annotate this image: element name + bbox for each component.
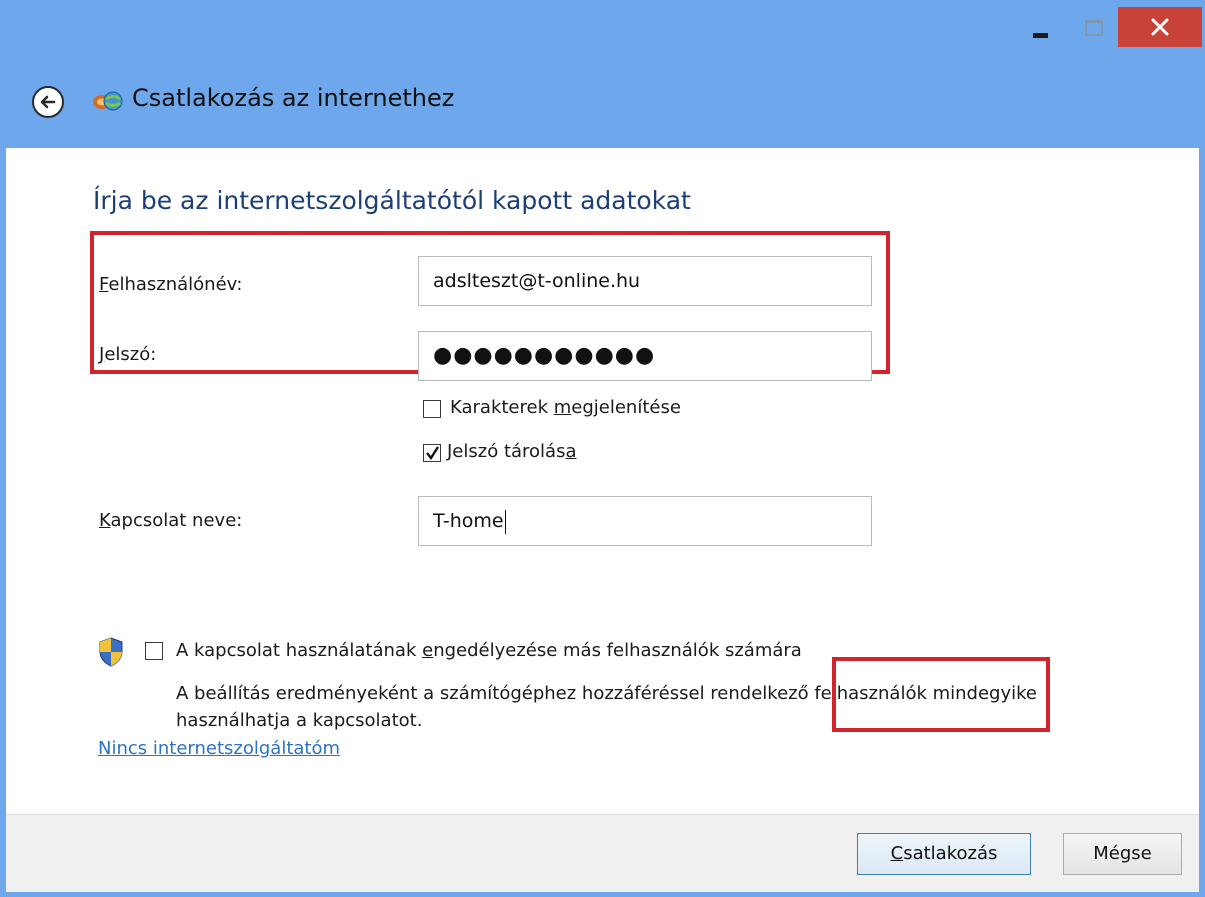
connection-name-value: T-home [433,510,504,532]
connect-button-highlight [832,657,1050,732]
connection-name-label-accesskey: K [99,510,111,531]
uac-shield-icon [99,637,123,667]
show-characters-text-post: egjelenítése [571,397,681,418]
allow-others-checkbox[interactable] [145,642,163,660]
page-heading: Írja be az internetszolgáltatótól kapott… [93,186,691,215]
close-button[interactable] [1118,7,1202,47]
show-characters-checkbox[interactable] [423,400,441,418]
connect-button-label: satlakozás [903,843,998,864]
connection-name-field[interactable]: T-home [418,496,872,546]
allow-others-text-post: ngedélyezése más felhasználók számára [433,640,802,661]
remember-password-text-pre: Jelszó tárolás [447,441,566,462]
remember-password-label[interactable]: Jelszó tárolása [447,441,577,462]
connect-button-accesskey: C [890,843,904,864]
network-connection-icon [93,91,123,111]
connection-name-label-text: apcsolat neve: [110,510,243,531]
maximize-button[interactable] [1072,8,1116,44]
connect-button[interactable]: Csatlakozás [857,833,1031,875]
password-field[interactable]: ●●●●●●●●●●● [418,331,872,381]
username-field[interactable]: adslteszt@t-online.hu [418,256,872,306]
cancel-button[interactable]: Mégse [1063,833,1182,875]
username-label-accesskey: F [99,274,109,295]
connection-name-label: Kapcsolat neve: [99,510,242,531]
no-isp-link[interactable]: Nincs internetszolgáltatóm [98,738,340,759]
dialog-window: Csatlakozás az internethez Írja be az in… [0,0,1205,897]
remember-password-checkbox[interactable] [423,444,441,462]
back-arrow-icon [40,95,56,109]
allow-others-accesskey: e [422,640,434,661]
password-masked-value: ●●●●●●●●●●● [433,343,656,368]
password-label: Jelszó: [99,344,156,365]
minimize-button[interactable] [1020,8,1064,44]
text-caret [504,509,506,534]
window-title: Csatlakozás az internethez [132,84,455,112]
title-bar [0,0,1205,60]
minimize-icon [1033,33,1048,38]
show-characters-label[interactable]: Karakterek megjelenítése [450,397,681,418]
username-label: Felhasználónév: [99,274,242,295]
checkmark-icon [426,446,440,461]
username-label-text: elhasználónév: [108,274,243,295]
allow-others-text-pre: A kapcsolat használatának [176,640,423,661]
back-button[interactable] [32,86,64,118]
maximize-icon [1085,20,1103,36]
show-characters-text-pre: Karakterek [450,397,554,418]
show-characters-accesskey: m [553,397,572,418]
allow-others-label[interactable]: A kapcsolat használatának engedélyezése … [176,640,802,661]
password-label-text: elszó: [104,344,157,365]
remember-password-accesskey: a [565,441,577,462]
close-icon [1151,18,1169,36]
